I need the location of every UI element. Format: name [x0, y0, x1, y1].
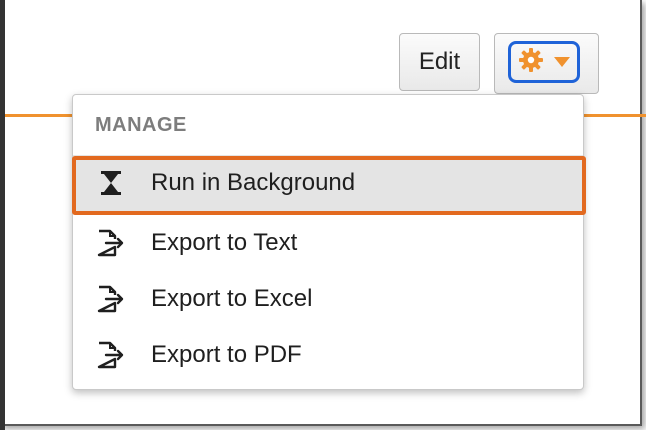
export-icon — [93, 285, 129, 313]
edit-button-label: Edit — [418, 48, 461, 75]
settings-menu-button[interactable] — [494, 33, 599, 94]
settings-button-focus-ring — [508, 41, 580, 83]
export-icon — [93, 341, 129, 369]
export-icon — [93, 229, 129, 257]
menu-item-export-to-text[interactable]: Export to Text — [73, 215, 583, 271]
window-left-border — [0, 0, 5, 430]
edit-button[interactable]: Edit — [399, 33, 480, 91]
menu-item-label: Export to Excel — [151, 285, 313, 312]
menu-section-header: MANAGE — [95, 114, 187, 136]
menu-item-label: Export to PDF — [151, 341, 302, 368]
menu-item-export-to-pdf[interactable]: Export to PDF — [73, 327, 583, 383]
gear-icon — [518, 47, 544, 78]
menu-item-export-to-excel[interactable]: Export to Excel — [73, 271, 583, 327]
menu-item-label: Export to Text — [151, 229, 298, 256]
highlight-box — [72, 156, 586, 215]
caret-down-icon — [554, 57, 570, 67]
manage-dropdown-menu: MANAGE Run in Background Export to Text — [72, 94, 584, 390]
